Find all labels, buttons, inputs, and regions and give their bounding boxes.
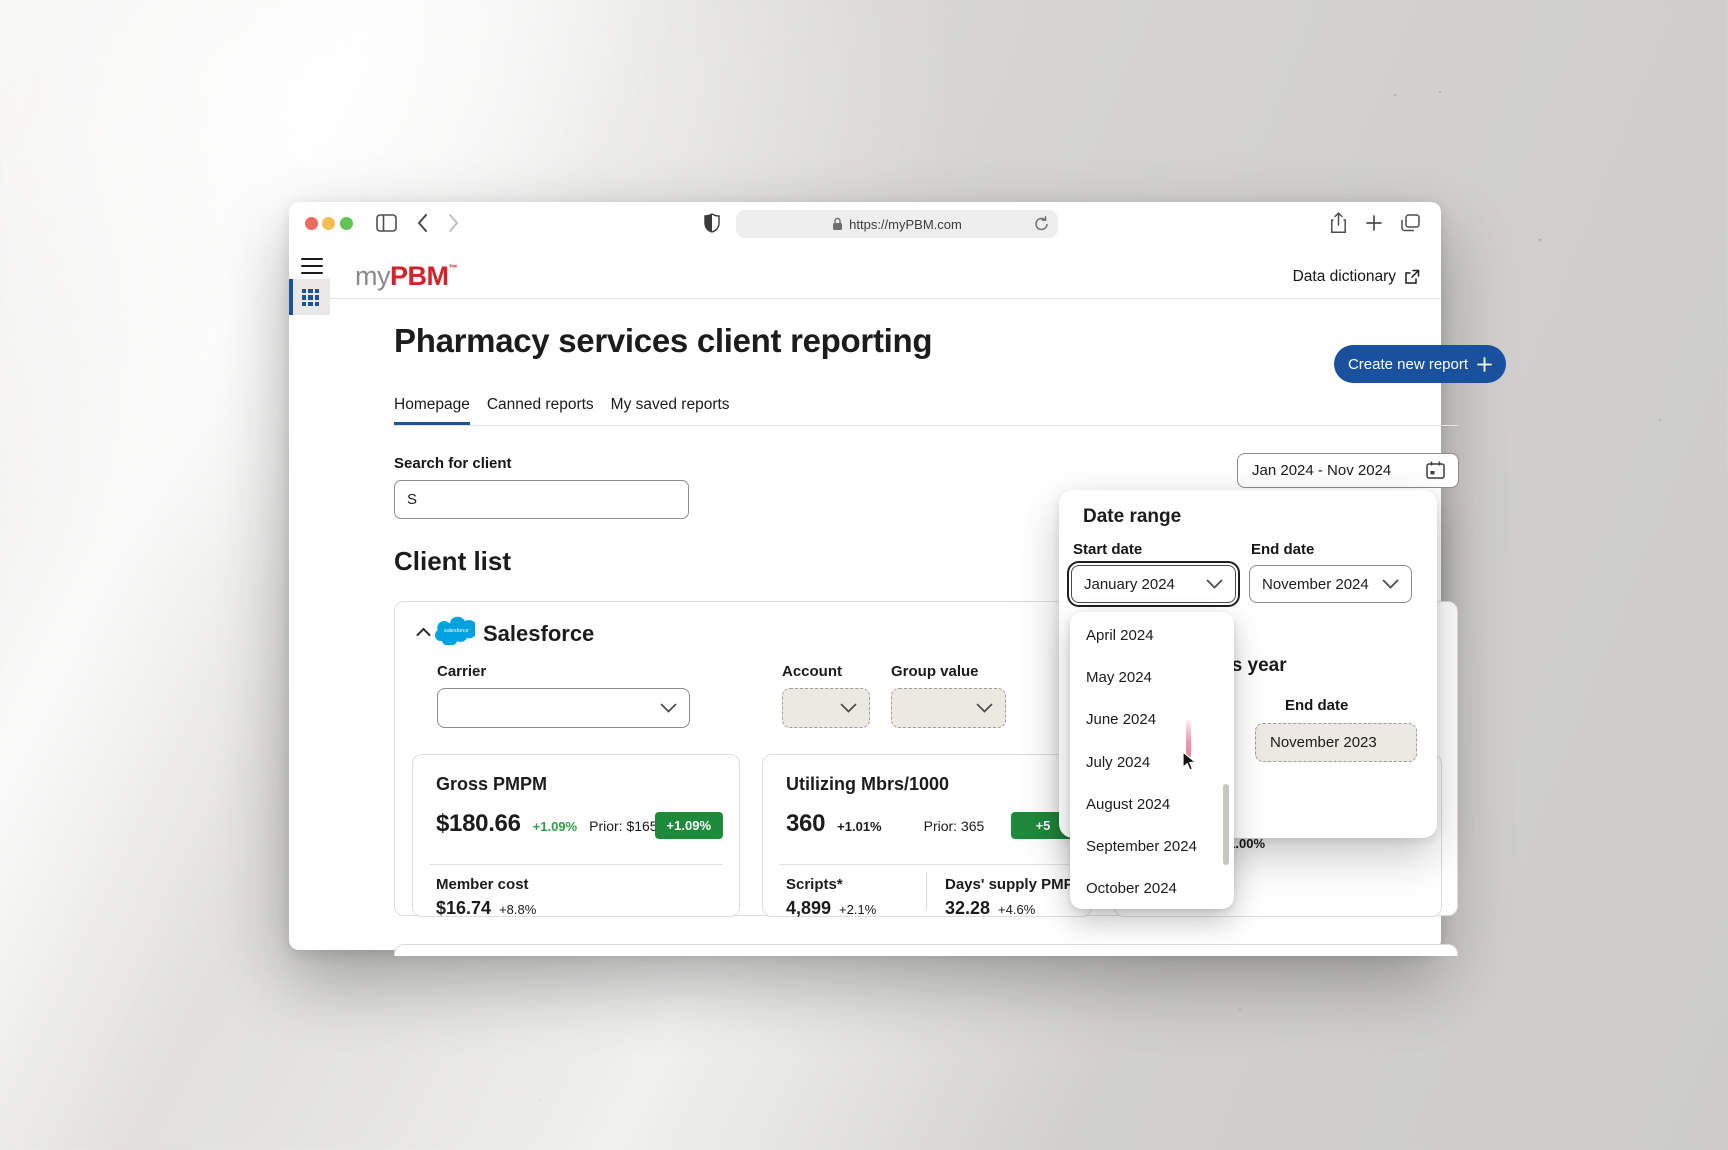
date-range-field[interactable]: Jan 2024 - Nov 2024 bbox=[1237, 453, 1459, 488]
start-date-value: January 2024 bbox=[1084, 575, 1175, 593]
month-option[interactable]: July 2024 bbox=[1070, 742, 1234, 784]
metric-prior: Prior: 365 bbox=[923, 818, 985, 834]
start-date-select[interactable]: January 2024 bbox=[1067, 561, 1240, 607]
share-icon[interactable] bbox=[1330, 212, 1347, 234]
zoom-window-button[interactable] bbox=[340, 217, 353, 230]
submetric-change: +4.6% bbox=[998, 902, 1036, 917]
metric-change: +1.09% bbox=[532, 819, 578, 834]
back-icon[interactable] bbox=[417, 214, 428, 232]
create-new-report-label: Create new report bbox=[1347, 355, 1469, 373]
privacy-shield-icon[interactable] bbox=[704, 213, 720, 233]
previous-end-date-select-disabled: November 2023 bbox=[1255, 723, 1417, 762]
salesforce-logo-icon: salesforce bbox=[435, 616, 475, 645]
group-value-select-disabled bbox=[891, 688, 1006, 728]
month-option[interactable]: May 2024 bbox=[1070, 657, 1234, 699]
month-option[interactable]: August 2024 bbox=[1070, 784, 1234, 826]
change-badge: +1.09% bbox=[654, 812, 723, 839]
mini-sidebar bbox=[289, 246, 330, 950]
chevron-down-icon bbox=[660, 703, 677, 713]
chevron-down-icon bbox=[976, 703, 993, 713]
tab-canned-reports[interactable]: Canned reports bbox=[487, 396, 594, 426]
metric-card-gross-pmpm: Gross PMPM $180.66 +1.09% Prior: $165.3 … bbox=[412, 754, 740, 918]
start-date-options-list: April 2024 May 2024 June 2024 July 2024 … bbox=[1070, 612, 1234, 909]
data-dictionary-label: Data dictionary bbox=[1292, 268, 1396, 285]
active-indicator bbox=[289, 279, 293, 315]
svg-text:salesforce: salesforce bbox=[444, 628, 469, 634]
app-header: myPBM™ Data dictionary bbox=[289, 246, 1441, 299]
metric-title: Utilizing Mbrs/1000 bbox=[786, 774, 950, 794]
metric-card-utilizing-mbrs: Utilizing Mbrs/1000 360 +1.01% Prior: 36… bbox=[762, 754, 1092, 918]
metric-value: $180.66 bbox=[436, 810, 521, 837]
carrier-label: Carrier bbox=[437, 663, 487, 680]
month-option[interactable]: October 2024 bbox=[1070, 868, 1234, 909]
external-link-icon bbox=[1405, 269, 1420, 284]
url-text: https://myPBM.com bbox=[849, 216, 962, 232]
column-divider bbox=[926, 872, 927, 910]
submetric-label: Member cost bbox=[436, 876, 529, 893]
page-title: Pharmacy services client reporting bbox=[394, 322, 933, 359]
month-option[interactable]: June 2024 bbox=[1070, 699, 1234, 741]
metric-change: +1.01% bbox=[837, 819, 882, 834]
submetric-value: $16.74 bbox=[436, 898, 492, 918]
address-bar[interactable]: https://myPBM.com bbox=[736, 210, 1058, 238]
sidebar-item-apps[interactable] bbox=[289, 279, 330, 315]
browser-window: https://myPBM.com myPBM™ Data dictionary… bbox=[289, 202, 1506, 956]
calendar-icon bbox=[1426, 461, 1445, 479]
end-date-select[interactable]: November 2024 bbox=[1249, 565, 1412, 603]
list-scrollbar-thumb[interactable] bbox=[1223, 784, 1229, 865]
minimize-window-button[interactable] bbox=[322, 217, 335, 230]
reload-icon[interactable] bbox=[1034, 216, 1049, 232]
header-divider bbox=[330, 298, 1441, 299]
month-option[interactable]: April 2024 bbox=[1070, 615, 1234, 657]
submetric-value: 32.28 bbox=[945, 898, 991, 918]
popup-title: Date range bbox=[1083, 506, 1182, 527]
create-new-report-button[interactable]: Create new report bbox=[1334, 345, 1506, 383]
close-window-button[interactable] bbox=[305, 217, 318, 230]
end-date-value: November 2024 bbox=[1262, 575, 1369, 593]
account-select-disabled bbox=[782, 688, 870, 728]
card-divider bbox=[779, 864, 1075, 865]
mypbm-logo: myPBM™ bbox=[355, 261, 457, 291]
tab-my-saved-reports[interactable]: My saved reports bbox=[611, 396, 730, 426]
previous-end-date-label: End date bbox=[1285, 697, 1349, 714]
browser-toolbar: https://myPBM.com bbox=[289, 202, 1441, 246]
data-dictionary-link[interactable]: Data dictionary bbox=[1293, 268, 1420, 286]
chevron-down-icon bbox=[1382, 579, 1399, 589]
search-client-input[interactable] bbox=[394, 480, 689, 519]
carrier-select[interactable] bbox=[437, 688, 690, 728]
metric-title: Gross PMPM bbox=[436, 774, 548, 794]
collapse-chevron-up-icon[interactable] bbox=[416, 627, 431, 637]
tabs-divider bbox=[394, 425, 1458, 426]
chevron-down-icon bbox=[840, 703, 857, 713]
submetric-change: +8.8% bbox=[499, 902, 537, 917]
search-for-client-label: Search for client bbox=[394, 455, 512, 472]
report-tabs: Homepage Canned reports My saved reports bbox=[394, 396, 730, 426]
plus-icon bbox=[1477, 356, 1492, 372]
apps-grid-icon bbox=[302, 289, 319, 306]
client-list-heading: Client list bbox=[394, 546, 512, 576]
submetric-label: Scripts* bbox=[786, 876, 843, 893]
card-divider bbox=[429, 864, 723, 865]
client-name: Salesforce bbox=[483, 621, 595, 646]
submetric-change: +2.1% bbox=[839, 902, 877, 917]
submetric-value: 4,899 bbox=[786, 898, 832, 918]
account-label: Account bbox=[782, 663, 842, 680]
submetric-label: Days' supply PMPM bbox=[945, 876, 1087, 893]
start-date-label: Start date bbox=[1073, 541, 1143, 558]
metric-value: 360 bbox=[786, 810, 826, 837]
new-tab-icon[interactable] bbox=[1366, 215, 1382, 231]
tab-overview-icon[interactable] bbox=[1401, 214, 1420, 232]
date-range-value: Jan 2024 - Nov 2024 bbox=[1252, 462, 1392, 479]
chevron-down-icon bbox=[1206, 579, 1223, 589]
end-date-label: End date bbox=[1251, 541, 1315, 558]
sidebar-toggle-icon[interactable] bbox=[376, 214, 397, 232]
mouse-cursor bbox=[1182, 751, 1197, 772]
month-option[interactable]: September 2024 bbox=[1070, 826, 1234, 868]
next-client-card-edge bbox=[394, 944, 1458, 956]
tab-homepage[interactable]: Homepage bbox=[394, 396, 470, 426]
lock-icon bbox=[833, 217, 843, 230]
group-value-label: Group value bbox=[891, 663, 979, 680]
previous-end-date-value: November 2023 bbox=[1270, 734, 1377, 751]
forward-icon[interactable] bbox=[448, 214, 459, 232]
